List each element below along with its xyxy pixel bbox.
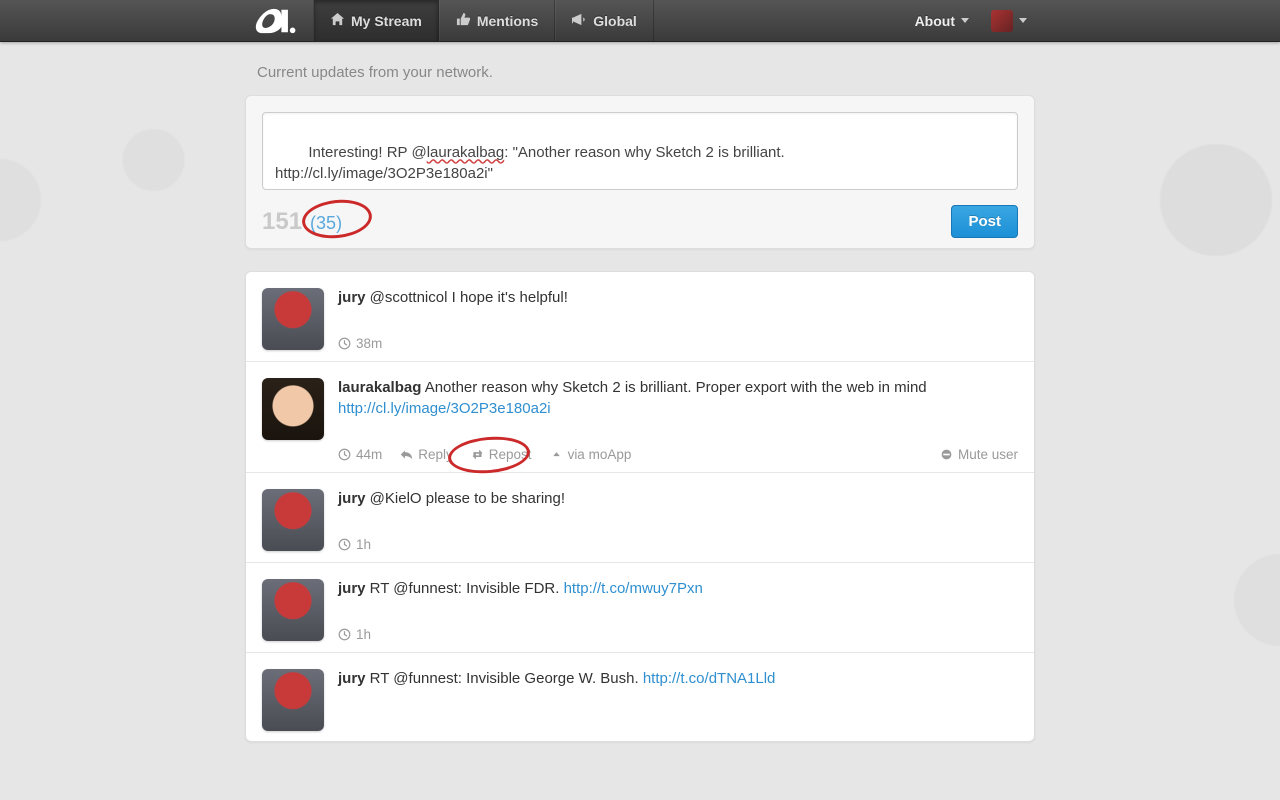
compose-input-wrapper[interactable]: Interesting! RP @laurakalbag: "Another r…: [262, 112, 1018, 195]
post-item: jury @KielO please to be sharing! 1h: [246, 473, 1034, 563]
post-item: laurakalbag Another reason why Sketch 2 …: [246, 362, 1034, 473]
nav-my-stream[interactable]: My Stream: [313, 0, 439, 41]
post-username[interactable]: jury: [338, 670, 366, 687]
nav-label: Mentions: [477, 13, 538, 29]
avatar[interactable]: [262, 489, 324, 551]
post-item: jury @scottnicol I hope it's helpful! 38…: [246, 272, 1034, 362]
avatar: [991, 10, 1013, 32]
post-meta: 38m: [338, 308, 1018, 351]
post-text: jury RT @funnest: Invisible George W. Bu…: [338, 669, 1018, 689]
primary-nav: My Stream Mentions Global: [313, 0, 654, 41]
post-link[interactable]: http://cl.ly/image/3O2P3e180a2i: [338, 400, 551, 417]
post-text: jury @KielO please to be sharing!: [338, 489, 1018, 509]
home-icon: [330, 12, 345, 30]
mute-user-button[interactable]: Mute user: [940, 447, 1018, 462]
post-body: jury RT @funnest: Invisible George W. Bu…: [338, 669, 1018, 731]
alpha-logo-icon: [245, 1, 301, 41]
avatar[interactable]: [262, 669, 324, 731]
post-timestamp: 1h: [338, 627, 371, 642]
megaphone-icon: [572, 12, 587, 30]
repost-button[interactable]: Repost: [471, 447, 532, 462]
post-meta: 1h: [338, 599, 1018, 642]
post-username[interactable]: jury: [338, 490, 366, 507]
nav-global[interactable]: Global: [555, 0, 654, 41]
nav-mentions[interactable]: Mentions: [439, 0, 555, 41]
logo[interactable]: [245, 0, 313, 41]
nav-label: Global: [593, 13, 637, 29]
post-timestamp: 38m: [338, 336, 382, 351]
top-navbar: My Stream Mentions Global About: [0, 0, 1280, 42]
post-body: jury @KielO please to be sharing! 1h: [338, 489, 1018, 552]
thumbs-up-icon: [456, 12, 471, 30]
via-source: via moApp: [550, 447, 632, 462]
composer: Interesting! RP @laurakalbag: "Another r…: [245, 95, 1035, 249]
post-button[interactable]: Post: [951, 205, 1018, 238]
post-timestamp: 1h: [338, 537, 371, 552]
post-text: jury RT @funnest: Invisible FDR. http://…: [338, 579, 1018, 599]
post-timestamp: 44m: [338, 447, 382, 462]
post-link[interactable]: http://t.co/dTNA1Lld: [643, 670, 776, 687]
post-link[interactable]: http://t.co/mwuy7Pxn: [564, 580, 703, 597]
compose-textarea[interactable]: [262, 112, 1018, 190]
post-meta: 44m Reply Repost via moApp Mute user: [338, 419, 1018, 462]
nav-label: My Stream: [351, 13, 422, 29]
post-meta: 1h: [338, 509, 1018, 552]
char-count-main: 151: [262, 208, 302, 236]
avatar[interactable]: [262, 288, 324, 350]
avatar[interactable]: [262, 579, 324, 641]
post-item: jury RT @funnest: Invisible FDR. http://…: [246, 563, 1034, 653]
post-body: laurakalbag Another reason why Sketch 2 …: [338, 378, 1018, 462]
reply-button[interactable]: Reply: [400, 447, 453, 462]
char-counters: 151 (35): [262, 208, 342, 236]
about-label: About: [915, 13, 955, 29]
page-subtitle: Current updates from your network.: [245, 42, 1035, 91]
post-text: jury @scottnicol I hope it's helpful!: [338, 288, 1018, 308]
post-feed: jury @scottnicol I hope it's helpful! 38…: [245, 271, 1035, 742]
char-count-quote: (35): [310, 213, 342, 234]
post-username[interactable]: laurakalbag: [338, 379, 421, 396]
post-username[interactable]: jury: [338, 580, 366, 597]
chevron-down-icon: [1019, 18, 1027, 23]
about-menu[interactable]: About: [901, 0, 983, 41]
post-text: laurakalbag Another reason why Sketch 2 …: [338, 378, 1018, 419]
post-body: jury @scottnicol I hope it's helpful! 38…: [338, 288, 1018, 351]
post-item: jury RT @funnest: Invisible George W. Bu…: [246, 653, 1034, 741]
user-menu[interactable]: [983, 0, 1035, 41]
avatar[interactable]: [262, 378, 324, 440]
chevron-down-icon: [961, 18, 969, 23]
post-body: jury RT @funnest: Invisible FDR. http://…: [338, 579, 1018, 642]
post-username[interactable]: jury: [338, 289, 366, 306]
